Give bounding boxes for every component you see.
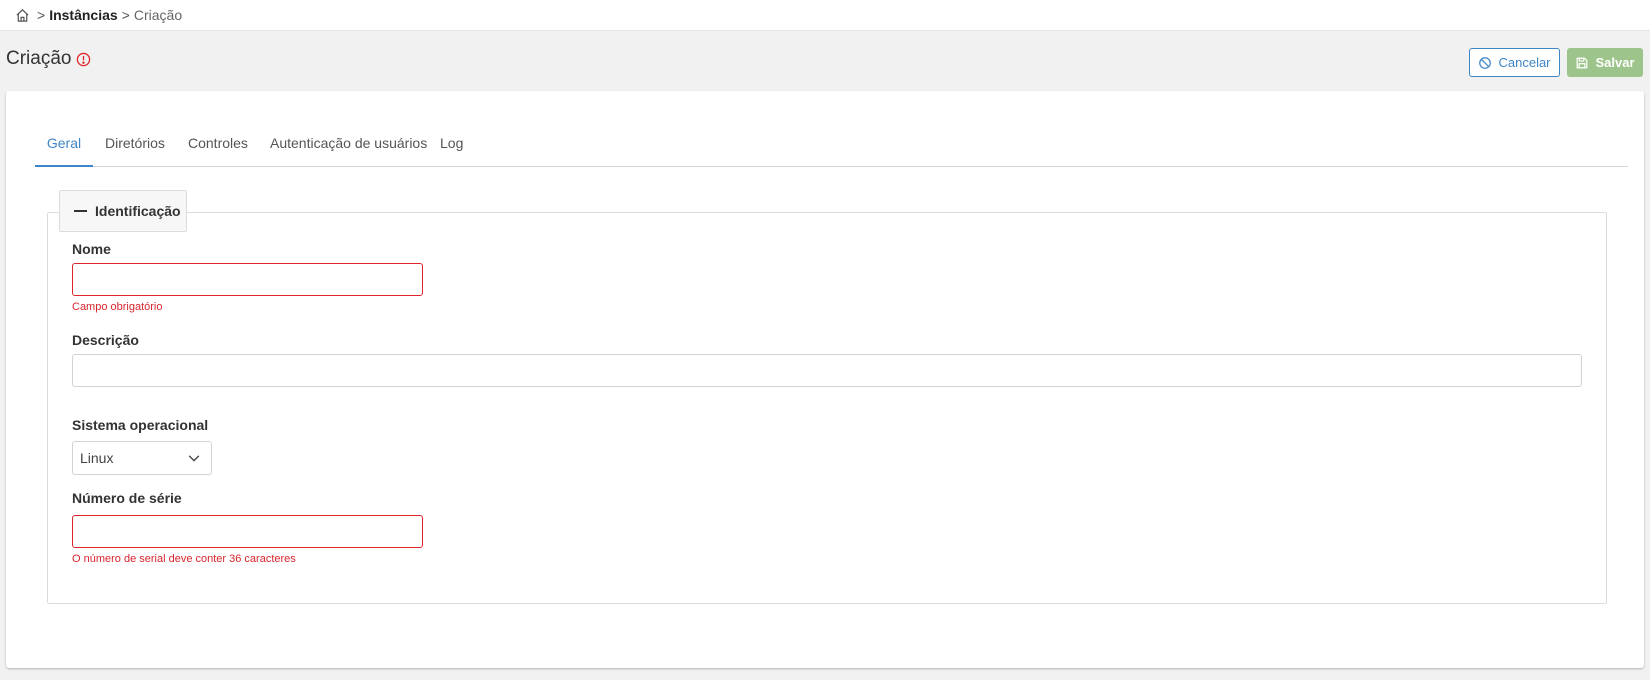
identificacao-section-toggle[interactable]: Identificação: [59, 190, 187, 232]
nome-label: Nome: [72, 241, 111, 257]
nome-input[interactable]: [72, 263, 423, 296]
floppy-disk-icon: [1575, 56, 1589, 70]
numero-serie-error: O número de serial deve conter 36 caract…: [72, 553, 296, 565]
section-title: Identificação: [95, 203, 181, 219]
home-icon[interactable]: [15, 8, 30, 23]
ban-icon: [1478, 56, 1492, 70]
numero-serie-label: Número de série: [72, 490, 182, 506]
tab-controles[interactable]: Controles: [188, 135, 248, 167]
breadcrumb-separator: >: [121, 7, 130, 23]
chevron-down-icon: [187, 451, 201, 465]
tab-diretorios[interactable]: Diretórios: [105, 135, 165, 167]
tab-geral[interactable]: Geral: [35, 135, 93, 167]
collapse-icon: [74, 210, 87, 212]
form-card: Geral Diretórios Controles Autenticação …: [6, 91, 1644, 668]
numero-serie-input[interactable]: [72, 515, 423, 548]
breadcrumb: > Instâncias > Criação: [0, 0, 1650, 31]
save-button-label: Salvar: [1595, 55, 1635, 70]
cancel-button-label: Cancelar: [1498, 55, 1551, 70]
breadcrumb-current: Criação: [133, 7, 183, 23]
descricao-label: Descrição: [72, 332, 139, 348]
alert-circle-icon: [76, 52, 91, 67]
sistema-operacional-label: Sistema operacional: [72, 417, 209, 433]
descricao-input[interactable]: [72, 354, 1582, 387]
save-button[interactable]: Salvar: [1567, 48, 1643, 77]
tab-log[interactable]: Log: [440, 135, 463, 167]
sistema-operacional-value: Linux: [80, 450, 114, 466]
nome-error: Campo obrigatório: [72, 301, 163, 313]
sistema-operacional-select[interactable]: Linux: [72, 441, 212, 475]
page-title: Criação: [6, 48, 72, 69]
breadcrumb-separator: >: [37, 7, 46, 23]
breadcrumb-instancias[interactable]: Instâncias: [49, 7, 117, 23]
tab-autenticacao-usuarios[interactable]: Autenticação de usuários: [270, 135, 427, 167]
cancel-button[interactable]: Cancelar: [1469, 48, 1560, 77]
tab-bar: Geral Diretórios Controles Autenticação …: [35, 135, 1628, 167]
